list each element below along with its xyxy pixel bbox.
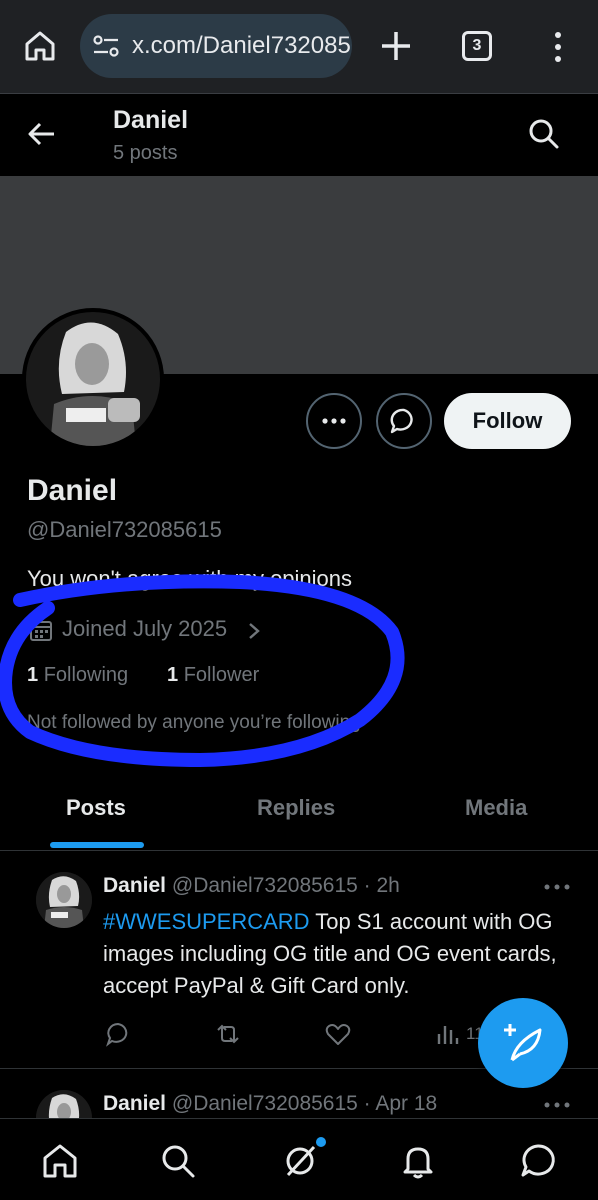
browser-home-icon[interactable] [22,28,58,64]
tab-media[interactable]: Media [465,795,527,821]
post-more-icon[interactable] [543,882,571,892]
tab-replies[interactable]: Replies [257,795,335,821]
views-icon[interactable] [434,1020,462,1048]
chat-bubble-icon [390,408,413,434]
post-avatar-photo [36,1090,92,1118]
profile-avatar[interactable] [22,308,164,450]
more-options-button[interactable] [306,393,362,449]
post-author-name[interactable]: Daniel [103,874,166,897]
address-bar[interactable]: x.com/Daniel732085615 [80,14,352,78]
post-header: Daniel @Daniel732085615 · Apr 18 [103,1092,437,1116]
highlight-scribble [0,574,405,767]
messages-icon[interactable] [518,1141,558,1181]
divider [0,850,598,851]
active-tab-indicator [50,842,144,848]
post-hashtag[interactable]: #WWESUPERCARD [103,909,310,934]
post-more-icon[interactable] [543,1100,571,1110]
post-avatar-photo [36,872,92,928]
avatar-photo [26,312,160,446]
back-arrow-icon[interactable] [24,116,60,152]
search-icon[interactable] [526,116,562,152]
post-text: #WWESUPERCARD Top S1 account with OG ima… [103,906,573,1002]
profile-name: Daniel [27,474,118,507]
compose-icon [504,1024,542,1062]
post-header: Daniel @Daniel732085615 · 2h [103,874,400,898]
repost-icon[interactable] [214,1020,242,1048]
tab-switcher-button[interactable]: 3 [462,31,492,61]
header-name: Daniel [113,106,189,134]
post-avatar[interactable] [36,872,92,928]
like-icon[interactable] [324,1020,352,1048]
search-icon[interactable] [158,1141,198,1181]
new-tab-icon[interactable] [376,26,416,66]
browser-menu-icon[interactable] [548,30,568,64]
profile-handle: @Daniel732085615 [27,517,222,542]
url-text[interactable]: x.com/Daniel732085615 [132,32,352,60]
more-dots-icon [322,418,346,424]
post-meta: @Daniel732085615 · 2h [171,874,400,897]
header-post-count: 5 posts [113,142,178,164]
post-meta: @Daniel732085615 · Apr 18 [171,1092,438,1115]
post-avatar[interactable] [36,1090,92,1118]
message-button[interactable] [376,393,432,449]
compose-button[interactable] [478,998,568,1088]
post-author-name[interactable]: Daniel [103,1092,166,1115]
notification-dot [316,1137,326,1147]
browser-toolbar: x.com/Daniel732085615 3 [0,0,598,94]
bell-icon[interactable] [398,1141,438,1181]
grok-icon[interactable] [280,1141,320,1181]
tab-posts[interactable]: Posts [66,795,126,821]
home-icon[interactable] [40,1141,80,1181]
site-settings-icon[interactable] [92,34,120,58]
follow-button[interactable]: Follow [444,393,571,449]
reply-icon[interactable] [104,1020,132,1048]
bottom-nav [0,1118,598,1200]
